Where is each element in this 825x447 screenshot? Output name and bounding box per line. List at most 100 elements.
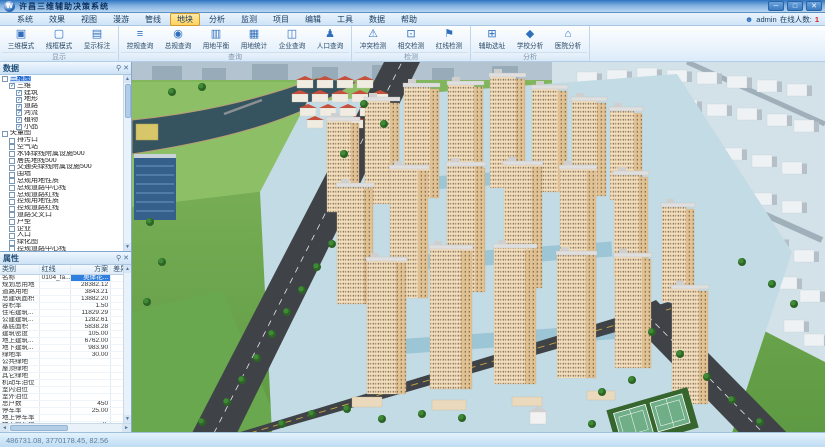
minimize-button[interactable]: ─	[768, 1, 784, 11]
table-row[interactable]: 规划总用地28382.12	[0, 282, 123, 289]
tree-item[interactable]: 围墙	[0, 171, 122, 178]
ribbon-button[interactable]: ⊡相交检测	[392, 27, 430, 52]
table-row[interactable]: 室内泊位	[0, 387, 123, 394]
checkbox[interactable]	[9, 199, 15, 205]
tree-item[interactable]: ✓河流	[0, 110, 122, 117]
tree-item[interactable]: ✓建筑	[0, 90, 122, 97]
menu-item-pipeline[interactable]: 管线	[138, 13, 168, 26]
scroll-left-icon[interactable]: ◄	[0, 424, 9, 432]
table-row[interactable]: 名称0104_fa...奥体花...	[0, 275, 123, 282]
viewport-3d[interactable]	[132, 62, 825, 432]
ribbon-button[interactable]: ▣三维模式	[2, 27, 40, 52]
tree-item[interactable]: ✓三维	[0, 83, 122, 90]
scroll-up-icon[interactable]: ▲	[124, 75, 132, 83]
tree-item[interactable]: ✓地形	[0, 96, 122, 103]
ribbon-button[interactable]: ⚑红线检测	[430, 27, 468, 52]
menu-item-analysis[interactable]: 分析	[202, 13, 232, 26]
tree-item[interactable]: 总规道路中心线	[0, 185, 122, 192]
ribbon-button[interactable]: ◉总规查询	[159, 27, 197, 52]
ribbon-button[interactable]: ▦用地统计	[235, 27, 273, 52]
ribbon-button[interactable]: ▤显示标注	[78, 27, 116, 52]
ribbon-button[interactable]: ♟人口查询	[311, 27, 349, 52]
table-row[interactable]: 基底面积5838.28	[0, 324, 123, 331]
checkbox[interactable]	[9, 138, 15, 144]
menu-item-data[interactable]: 数据	[362, 13, 392, 26]
table-row[interactable]: 屋顶绿地	[0, 366, 123, 373]
scroll-thumb[interactable]	[125, 84, 131, 118]
tree-item[interactable]: 绿化图	[0, 239, 122, 246]
close-panel-icon[interactable]: ✕	[123, 252, 129, 265]
tree-item[interactable]: ✓植物	[0, 117, 122, 124]
checkbox[interactable]: ✓	[16, 90, 22, 96]
checkbox[interactable]	[9, 192, 15, 198]
checkbox[interactable]	[9, 219, 15, 225]
tree-item[interactable]: 排污口	[0, 137, 122, 144]
close-panel-icon[interactable]: ✕	[123, 62, 129, 75]
checkbox[interactable]	[9, 178, 15, 184]
pin-icon[interactable]: ⚲	[116, 252, 121, 265]
tree-item[interactable]: 矢量图	[0, 130, 122, 137]
checkbox[interactable]	[9, 158, 15, 164]
ribbon-button[interactable]: ≡控规查询	[121, 27, 159, 52]
checkbox[interactable]	[9, 226, 15, 232]
menu-item-help[interactable]: 帮助	[394, 13, 424, 26]
ribbon-button[interactable]: ▢线框模式	[40, 27, 78, 52]
column-header[interactable]: 差异	[111, 265, 123, 274]
table-row[interactable]: 容积率1.50	[0, 303, 123, 310]
checkbox[interactable]	[9, 212, 15, 218]
checkbox[interactable]	[9, 233, 15, 239]
checkbox[interactable]	[9, 172, 15, 178]
checkbox[interactable]: ✓	[16, 117, 22, 123]
checkbox[interactable]	[9, 165, 15, 171]
ribbon-button[interactable]: ▥用地平衡	[197, 27, 235, 52]
column-header[interactable]: 红线	[40, 265, 72, 274]
checkbox[interactable]	[9, 144, 15, 150]
table-scrollbar[interactable]: ▲ ▼	[123, 265, 131, 423]
checkbox[interactable]	[2, 131, 8, 137]
table-row[interactable]: 地上建筑...6762.00	[0, 338, 123, 345]
menu-item-monitor[interactable]: 监测	[234, 13, 264, 26]
checkbox[interactable]	[2, 76, 8, 82]
checkbox[interactable]: ✓	[16, 124, 22, 130]
table-row[interactable]: 总建筑面积13882.20	[0, 296, 123, 303]
table-row[interactable]: 住宅建筑...11829.29	[0, 310, 123, 317]
tree-item[interactable]: ✓道路	[0, 103, 122, 110]
tree-item[interactable]: 空气站	[0, 144, 122, 151]
scroll-thumb[interactable]	[10, 425, 68, 431]
tree-item[interactable]: 企业	[0, 226, 122, 233]
pin-icon[interactable]: ⚲	[116, 62, 121, 75]
tree-item[interactable]: 交通类绿线附属设施500	[0, 164, 122, 171]
table-row[interactable]: 停车率25.00	[0, 408, 123, 415]
ribbon-button[interactable]: ⚠冲突检测	[354, 27, 392, 52]
tree-item[interactable]: ✓小品	[0, 124, 122, 131]
scroll-down-icon[interactable]: ▼	[124, 415, 132, 423]
checkbox[interactable]: ✓	[16, 110, 22, 116]
scroll-up-icon[interactable]: ▲	[124, 265, 132, 273]
menu-item-view[interactable]: 视图	[74, 13, 104, 26]
ribbon-button[interactable]: ⌂医院分析	[549, 27, 587, 52]
ribbon-button[interactable]: ◫企业查询	[273, 27, 311, 52]
checkbox[interactable]: ✓	[16, 104, 22, 110]
tree-scrollbar[interactable]: ▲ ▼	[123, 75, 131, 251]
checkbox[interactable]	[9, 151, 15, 157]
tree-item[interactable]: 控规道路中心线	[0, 246, 122, 251]
scroll-down-icon[interactable]: ▼	[124, 243, 132, 251]
menu-item-tools[interactable]: 工具	[330, 13, 360, 26]
tree-item[interactable]: 户型	[0, 219, 122, 226]
table-h-scrollbar[interactable]: ◄ ►	[0, 423, 131, 432]
table-row[interactable]: 总户数450	[0, 401, 123, 408]
table-row[interactable]: 室外泊位	[0, 394, 123, 401]
scroll-right-icon[interactable]: ►	[122, 424, 131, 432]
menu-item-effect[interactable]: 效果	[42, 13, 72, 26]
table-row[interactable]: 公建建筑...1282.61	[0, 317, 123, 324]
tree-item[interactable]: 总规用地性质	[0, 178, 122, 185]
tree-item[interactable]: 控规道路红线	[0, 205, 122, 212]
table-row[interactable]: 地上停车率	[0, 415, 123, 422]
table-row[interactable]: 公共绿地	[0, 359, 123, 366]
menu-item-roam[interactable]: 漫游	[106, 13, 136, 26]
ribbon-button[interactable]: ⊞辅助选址	[473, 27, 511, 52]
tree-item[interactable]: 总规道路红线	[0, 192, 122, 199]
tree-item[interactable]: 水体绿线附属设施500	[0, 151, 122, 158]
checkbox[interactable]	[9, 246, 15, 251]
table-row[interactable]: 地上停车位75	[0, 422, 123, 423]
